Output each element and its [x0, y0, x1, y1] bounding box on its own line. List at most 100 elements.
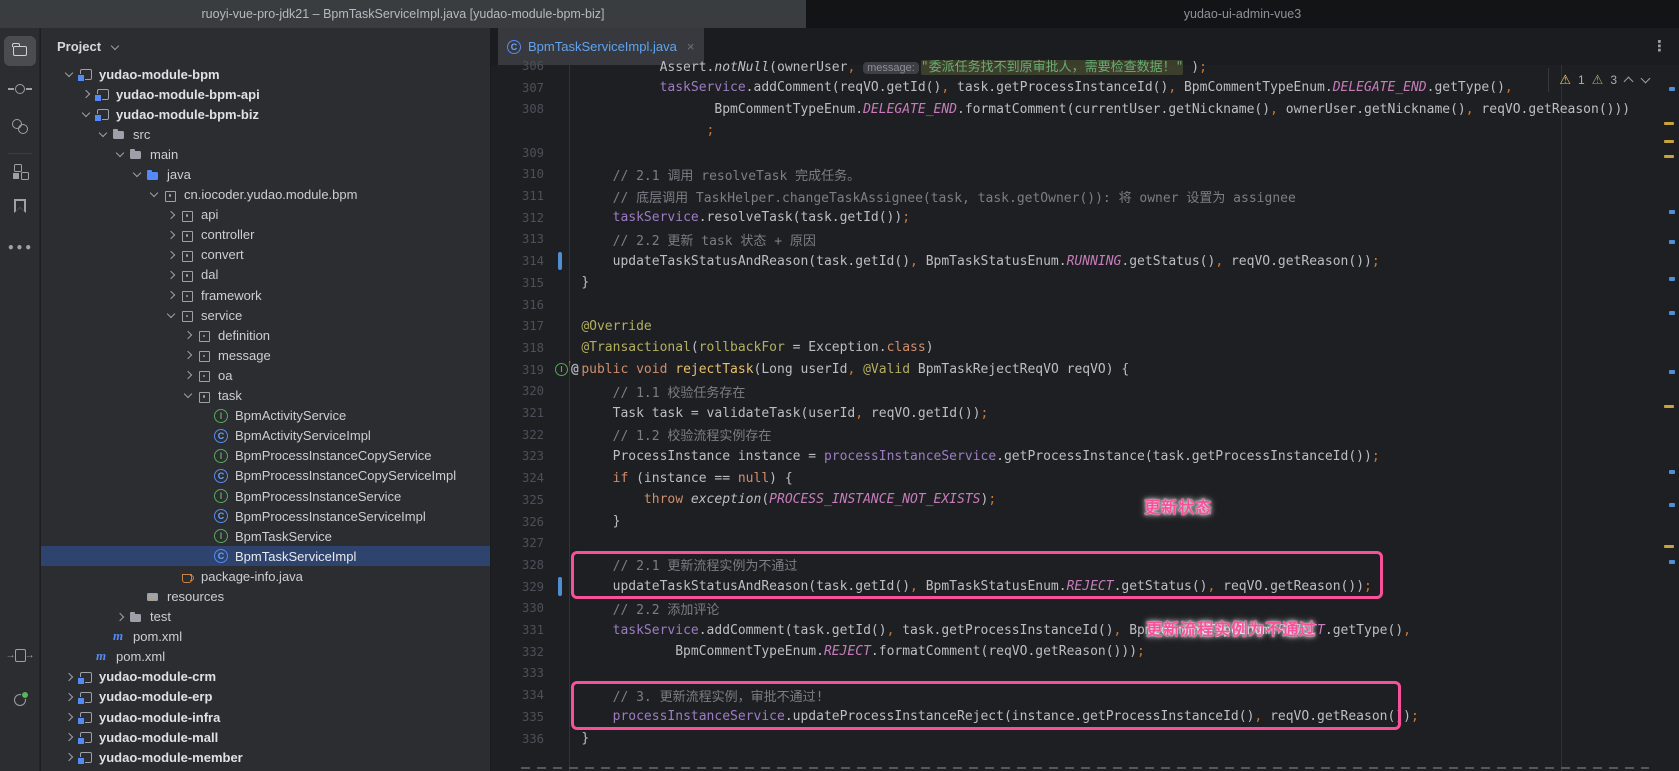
code-line-321[interactable]: 321 Task task = validateTask(userId, req…: [491, 402, 1665, 424]
tree-item-package-info-java[interactable]: package-info.java: [41, 566, 490, 586]
chevron-right-icon[interactable]: [61, 749, 77, 765]
chevron-down-icon[interactable]: [78, 106, 94, 122]
code-line-317[interactable]: 317 @Override: [491, 315, 1665, 337]
code-line-318[interactable]: 318 @Transactional(rollbackFor = Excepti…: [491, 337, 1665, 359]
tree-item-bpmprocessinstanceserviceimpl[interactable]: BpmProcessInstanceServiceImpl: [41, 506, 490, 526]
code-line-315[interactable]: 315 }: [491, 272, 1665, 294]
tree-item-yudao-module-crm[interactable]: yudao-module-crm: [41, 667, 490, 687]
code-line-307[interactable]: 307 taskService.addComment(reqVO.getId()…: [491, 77, 1665, 99]
tree-item-bpmprocessinstanceservice[interactable]: BpmProcessInstanceService: [41, 486, 490, 506]
code-line-314[interactable]: 314 updateTaskStatusAndReason(task.getId…: [491, 250, 1665, 272]
chevron-down-icon[interactable]: [163, 307, 179, 323]
chevron-right-icon[interactable]: [163, 247, 179, 263]
tree-item-yudao-module-bpm-biz[interactable]: yudao-module-bpm-biz: [41, 104, 490, 124]
code-line-323[interactable]: 323 ProcessInstance instance = processIn…: [491, 446, 1665, 468]
stripe-change-mark[interactable]: [1669, 210, 1675, 214]
chevron-right-icon[interactable]: [163, 287, 179, 303]
tree-item-controller[interactable]: controller: [41, 225, 490, 245]
code-line-312[interactable]: 312 taskService.resolveTask(task.getId()…: [491, 207, 1665, 229]
tree-item-pom-xml[interactable]: pom.xml: [41, 627, 490, 647]
code-line-326[interactable]: 326 }: [491, 511, 1665, 533]
tree-item-yudao-module-bpm[interactable]: yudao-module-bpm: [41, 64, 490, 84]
chevron-down-icon[interactable]: [129, 167, 145, 183]
chevron-down-icon[interactable]: [180, 388, 196, 404]
code-line-328[interactable]: 328 // 2.1 更新流程实例为不通过: [491, 554, 1665, 576]
code-line-308[interactable]: 308 BpmCommentTypeEnum.DELEGATE_END.form…: [491, 98, 1665, 120]
code-line-333[interactable]: 333: [491, 663, 1665, 685]
tree-item-message[interactable]: message: [41, 345, 490, 365]
chevron-down-icon[interactable]: [95, 126, 111, 142]
stripe-change-mark[interactable]: [1669, 503, 1675, 507]
run-anything-tool-icon[interactable]: [4, 640, 36, 670]
code-line-311[interactable]: 311 // 底层调用 TaskHelper.changeTaskAssigne…: [491, 185, 1665, 207]
tree-item-dal[interactable]: dal: [41, 265, 490, 285]
stripe-change-mark[interactable]: [1669, 470, 1675, 474]
implements-method-icon[interactable]: I: [555, 363, 568, 376]
tree-item-bpmtaskservice[interactable]: BpmTaskService: [41, 526, 490, 546]
code-line-322[interactable]: 322 // 1.2 校验流程实例存在: [491, 424, 1665, 446]
tree-item-yudao-module-bpm-api[interactable]: yudao-module-bpm-api: [41, 84, 490, 104]
project-tool-icon[interactable]: [4, 36, 36, 66]
tree-item-bpmactivityservice[interactable]: BpmActivityService: [41, 406, 490, 426]
code-line-327[interactable]: 327: [491, 532, 1665, 554]
chevron-down-icon[interactable]: [112, 146, 128, 162]
tree-item-task[interactable]: task: [41, 386, 490, 406]
code-line-310[interactable]: 310 // 2.1 调用 resolveTask 完成任务。: [491, 164, 1665, 186]
tree-item-src[interactable]: src: [41, 124, 490, 144]
code-line-313[interactable]: 313 // 2.2 更新 task 状态 + 原因: [491, 229, 1665, 251]
tree-item-main[interactable]: main: [41, 144, 490, 164]
tree-item-yudao-module-mall[interactable]: yudao-module-mall: [41, 727, 490, 747]
tree-item-yudao-module-infra[interactable]: yudao-module-infra: [41, 707, 490, 727]
chevron-right-icon[interactable]: [163, 267, 179, 283]
tab-options-icon[interactable]: ⋮: [1652, 37, 1667, 55]
tree-item-resources[interactable]: resources: [41, 586, 490, 606]
chevron-right-icon[interactable]: [61, 709, 77, 725]
code-line-306[interactable]: 306 Assert.notNull(ownerUser, message:"委…: [491, 55, 1665, 77]
code-line-324[interactable]: 324 if (instance == null) {: [491, 467, 1665, 489]
tree-item-definition[interactable]: definition: [41, 325, 490, 345]
gutter-icons[interactable]: I@: [555, 362, 579, 378]
stripe-change-mark[interactable]: [1669, 370, 1675, 374]
code-line-325[interactable]: 325 throw exception(PROCESS_INSTANCE_NOT…: [491, 489, 1665, 511]
code-line-335[interactable]: 335 processInstanceService.updateProcess…: [491, 706, 1665, 728]
chevron-right-icon[interactable]: [180, 367, 196, 383]
chevron-right-icon[interactable]: [112, 609, 128, 625]
tree-item-framework[interactable]: framework: [41, 285, 490, 305]
chevron-right-icon[interactable]: [180, 327, 196, 343]
tree-item-java[interactable]: java: [41, 164, 490, 184]
chevron-right-icon[interactable]: [61, 729, 77, 745]
code-line-309[interactable]: 309: [491, 142, 1665, 164]
pull-requests-tool-icon[interactable]: [4, 111, 36, 141]
previous-problem-icon[interactable]: [1624, 75, 1634, 85]
tree-item-test[interactable]: test: [41, 607, 490, 627]
stripe-warning-mark[interactable]: [1664, 405, 1674, 408]
stripe-change-mark[interactable]: [1669, 311, 1675, 315]
chevron-right-icon[interactable]: [163, 207, 179, 223]
tree-item-bpmactivityserviceimpl[interactable]: BpmActivityServiceImpl: [41, 426, 490, 446]
inspections-widget[interactable]: ⚠ 1 ⚠ 3: [1548, 68, 1651, 92]
chevron-right-icon[interactable]: [163, 227, 179, 243]
tree-item-pom-xml[interactable]: pom.xml: [41, 647, 490, 667]
tab-close-icon[interactable]: ×: [687, 39, 695, 54]
stripe-warning-mark[interactable]: [1664, 122, 1674, 125]
next-problem-icon[interactable]: [1641, 75, 1651, 85]
code-line-329[interactable]: 329 updateTaskStatusAndReason(task.getId…: [491, 576, 1665, 598]
tree-item-bpmprocessinstancecopyservice[interactable]: BpmProcessInstanceCopyService: [41, 446, 490, 466]
bookmarks-tool-icon[interactable]: [4, 191, 36, 221]
tree-item-bpmprocessinstancecopyserviceimpl[interactable]: BpmProcessInstanceCopyServiceImpl: [41, 466, 490, 486]
code-line-316[interactable]: 316: [491, 294, 1665, 316]
chevron-down-icon[interactable]: [146, 187, 162, 203]
tree-item-bpmtaskserviceimpl[interactable]: BpmTaskServiceImpl: [41, 546, 490, 566]
chevron-right-icon[interactable]: [61, 689, 77, 705]
stripe-change-mark[interactable]: [1669, 277, 1675, 281]
project-panel-header[interactable]: Project: [41, 28, 490, 64]
code-line-319[interactable]: 319I@ public void rejectTask(Long userId…: [491, 359, 1665, 381]
code-line-332[interactable]: 332 BpmCommentTypeEnum.REJECT.formatComm…: [491, 641, 1665, 663]
stripe-warning-mark[interactable]: [1664, 155, 1674, 158]
stripe-change-mark[interactable]: [1669, 240, 1675, 244]
stripe-warning-mark[interactable]: [1664, 140, 1674, 143]
code-line-wrap[interactable]: ;: [491, 120, 1665, 142]
chevron-right-icon[interactable]: [61, 669, 77, 685]
code-line-320[interactable]: 320 // 1.1 校验任务存在: [491, 381, 1665, 403]
chevron-right-icon[interactable]: [78, 86, 94, 102]
